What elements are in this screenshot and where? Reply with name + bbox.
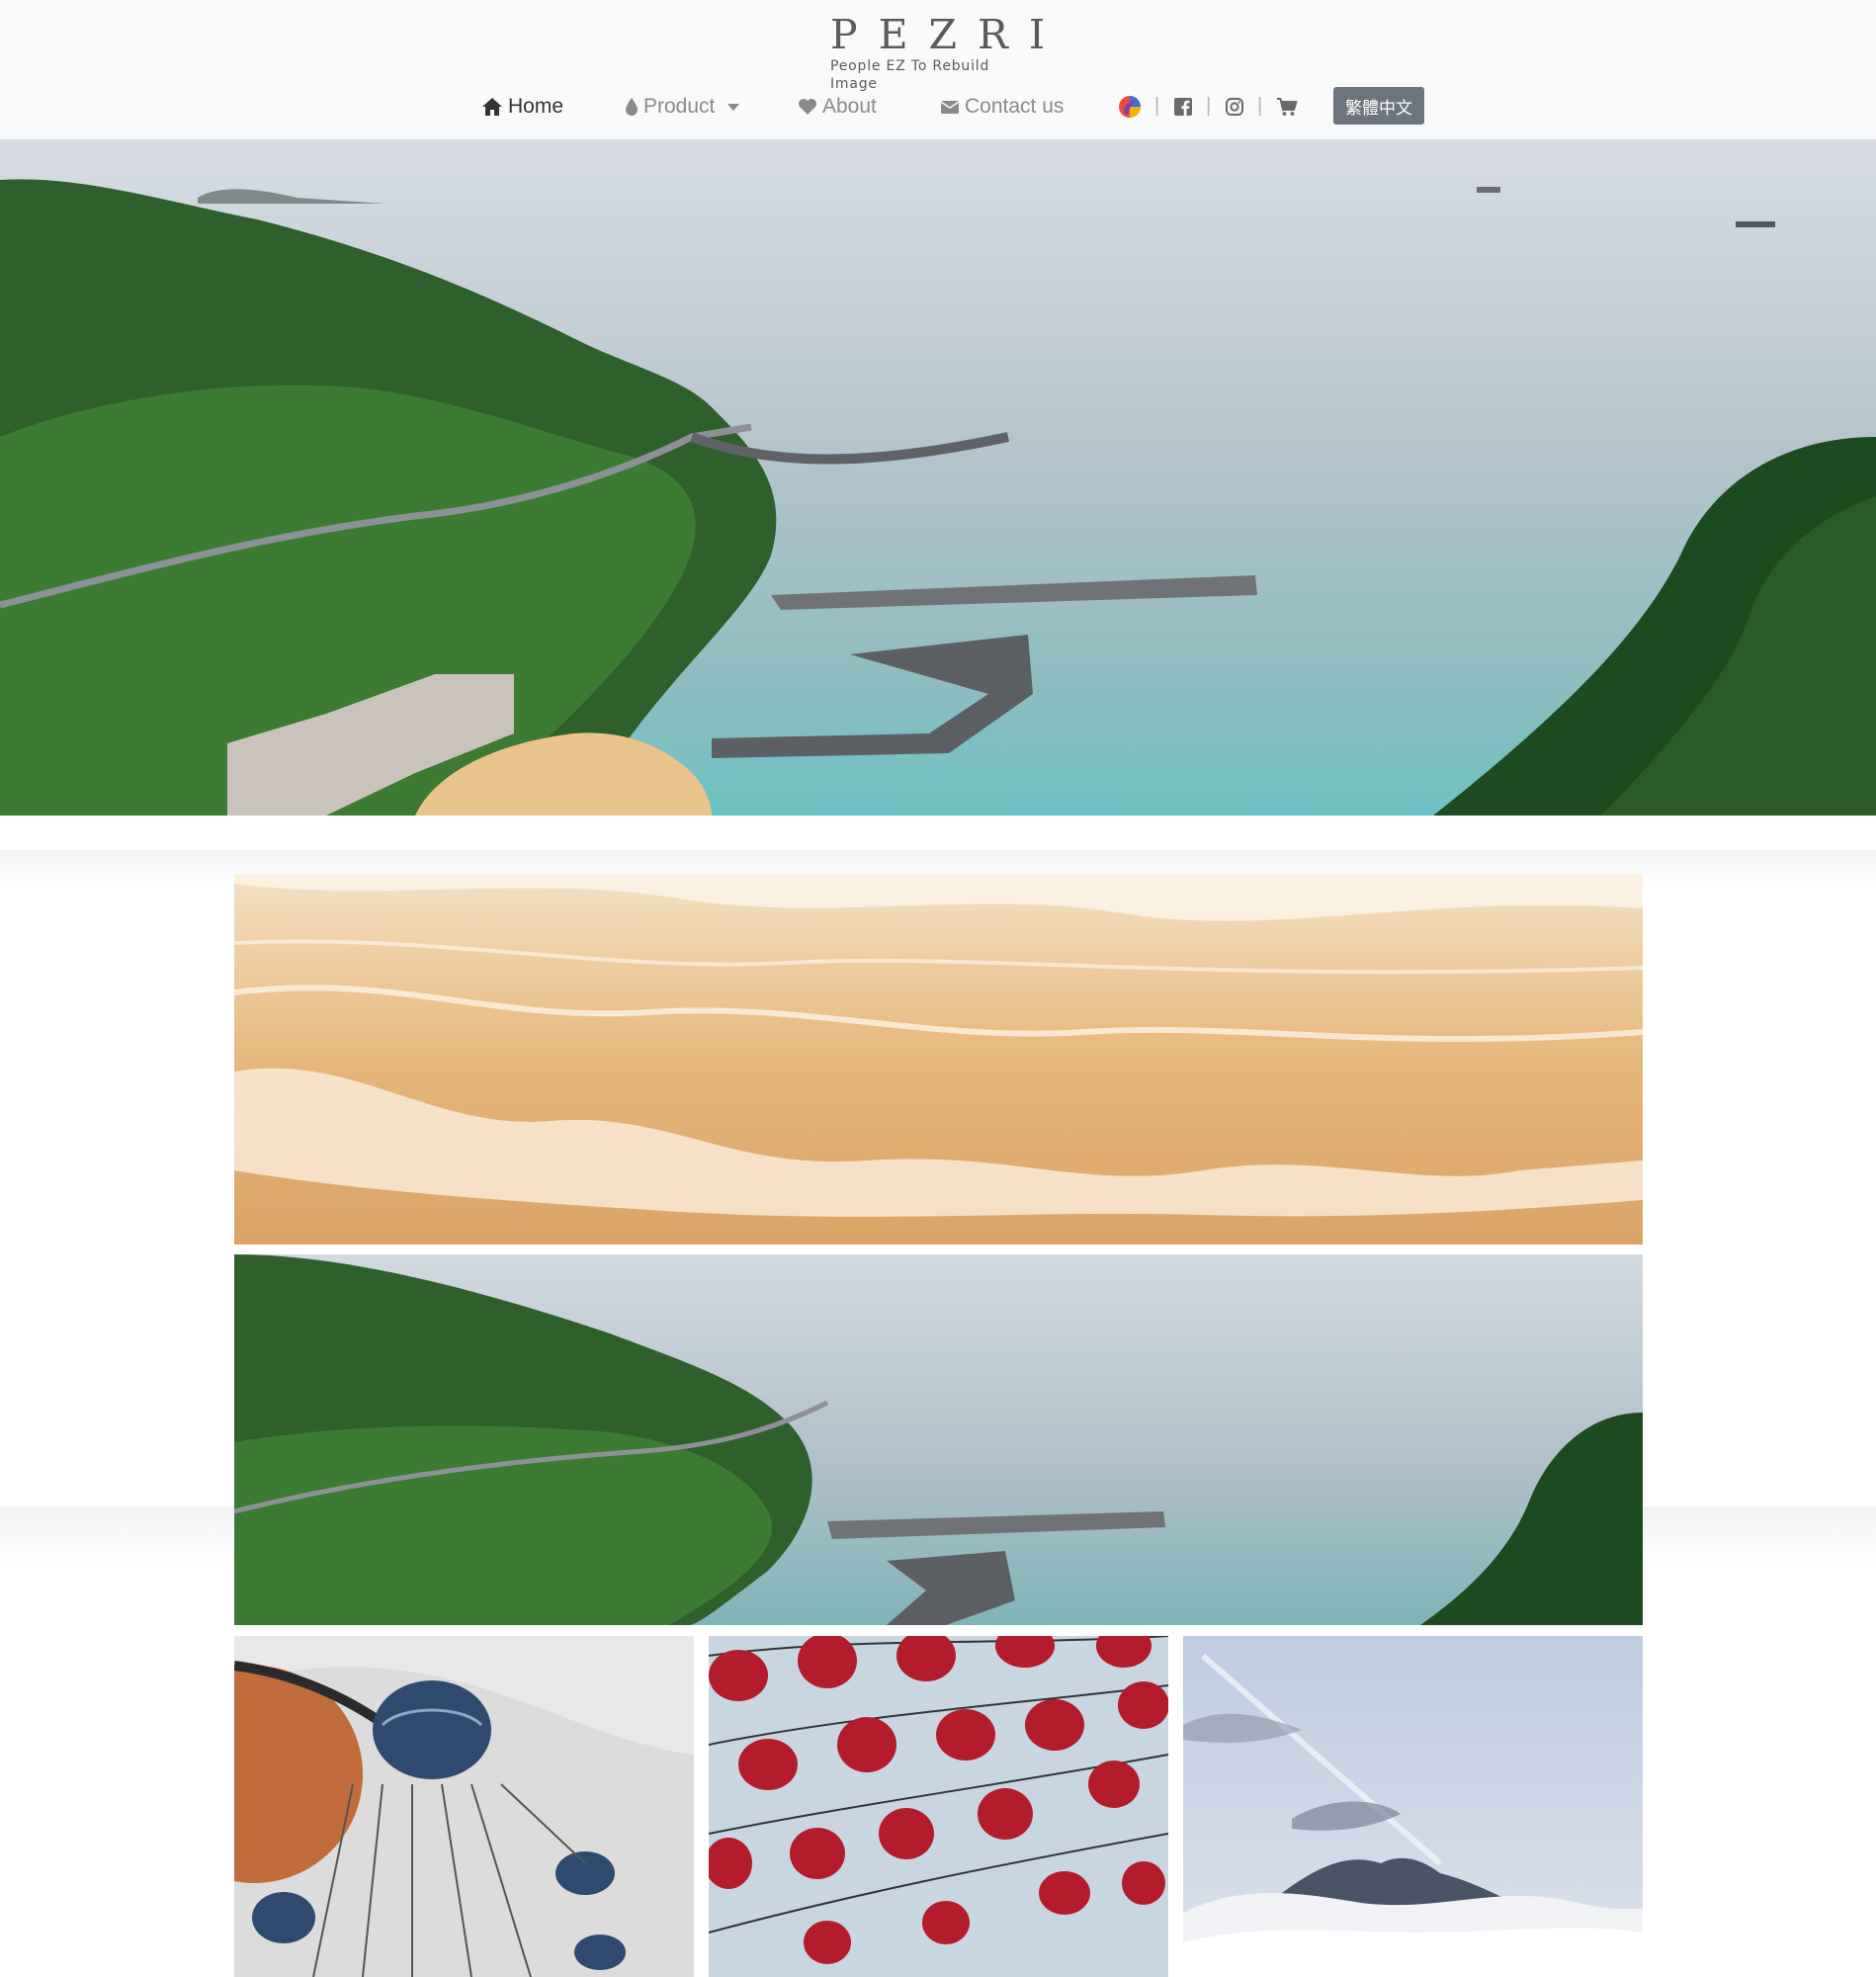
nav-product-label: Product (643, 95, 716, 118)
red-lanterns-image (709, 1636, 1168, 1977)
home-icon (482, 98, 502, 116)
brand-name: PEZRI (830, 11, 1066, 58)
nav-contact[interactable]: Contact us (940, 94, 1064, 120)
facebook-icon (1174, 98, 1192, 116)
gallery-image-lanterns[interactable] (709, 1636, 1168, 1977)
nav-contact-label: Contact us (965, 95, 1065, 118)
colorful-circle-icon (1119, 96, 1141, 118)
nav-about-label: About (822, 95, 877, 118)
nav-home-label: Home (508, 95, 564, 118)
brand-logo[interactable]: PEZRI People EZ To Rebuild Image (830, 11, 1066, 92)
mountain-clouds-image (1183, 1636, 1643, 1977)
site-header: PEZRI People EZ To Rebuild Image Home Pr… (0, 0, 1876, 140)
sand-waves-image (234, 874, 1643, 1245)
gallery-image-sand-waves[interactable] (234, 874, 1643, 1245)
cart-icon (1277, 98, 1298, 116)
coastal-harbor-image (0, 140, 1876, 816)
facebook-link[interactable] (1171, 95, 1195, 119)
nav-separator: | (1257, 95, 1263, 117)
nav-separator: | (1206, 95, 1212, 117)
language-button[interactable]: 繁體中文 (1333, 87, 1424, 125)
swing-ride-image (234, 1636, 694, 1977)
gallery-image-swing-ride[interactable] (234, 1636, 694, 1977)
chevron-down-icon (727, 103, 740, 111)
gallery-image-mountain-clouds[interactable] (1183, 1636, 1643, 1977)
droplet-icon (626, 98, 638, 116)
brand-badge[interactable] (1118, 95, 1142, 119)
instagram-link[interactable] (1223, 95, 1246, 119)
nav-about[interactable]: About (798, 94, 877, 120)
nav-product[interactable]: Product (625, 94, 740, 120)
hero-carousel[interactable] (0, 140, 1876, 816)
coastal-view-image (234, 1254, 1643, 1625)
gallery-image-coast[interactable] (234, 1254, 1643, 1625)
instagram-icon (1226, 98, 1243, 116)
cart-link[interactable] (1275, 95, 1299, 119)
heart-icon (799, 99, 816, 115)
nav-separator: | (1154, 95, 1160, 117)
main-nav: Home Product About Contact us | | | 繁體中文 (0, 87, 1876, 127)
envelope-icon (940, 101, 960, 114)
nav-home[interactable]: Home (481, 94, 563, 120)
